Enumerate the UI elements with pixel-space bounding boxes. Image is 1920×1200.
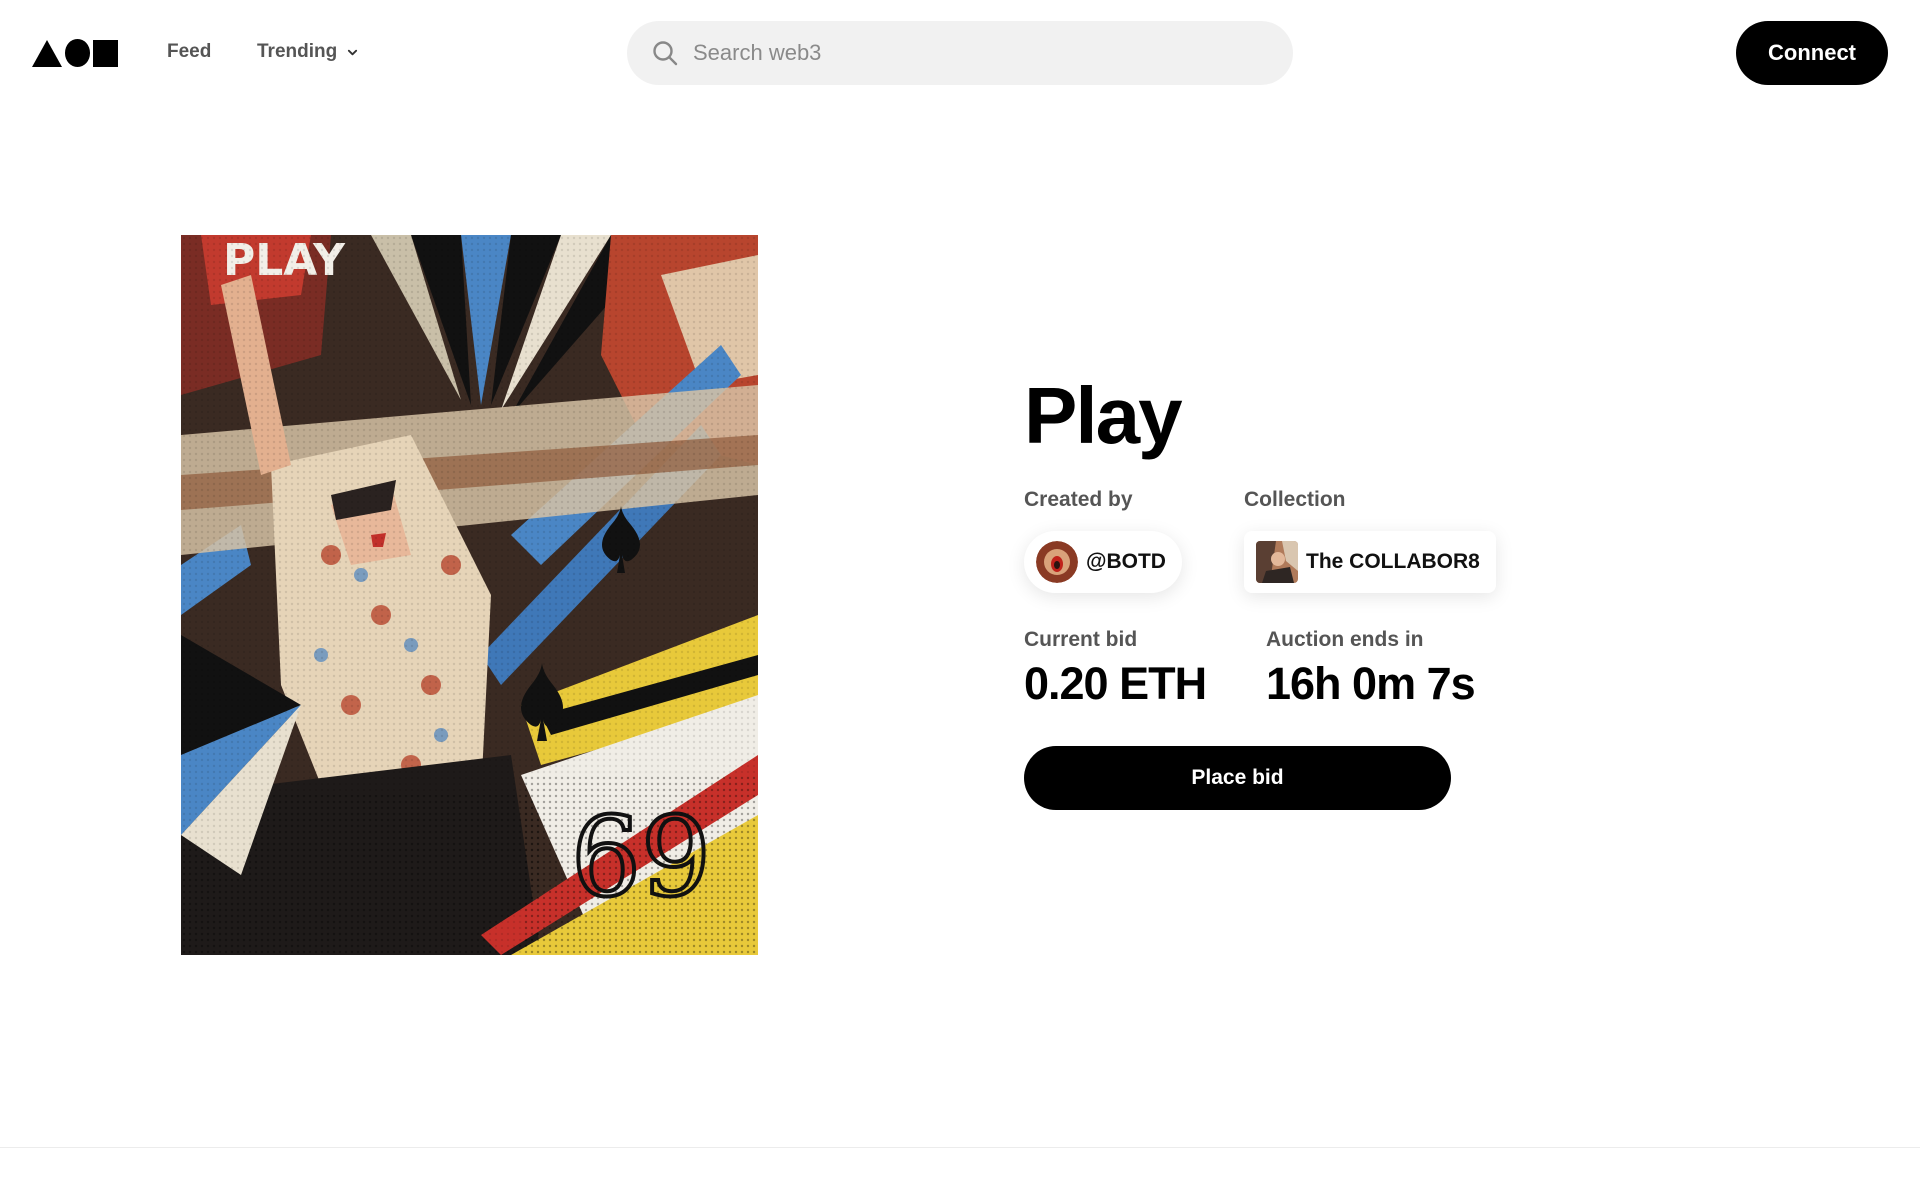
collection-chip[interactable]: The COLLABOR8	[1244, 531, 1496, 593]
triangle-logo-icon	[32, 39, 62, 67]
collection-thumbnail	[1256, 541, 1298, 583]
connect-wallet-button[interactable]: Connect	[1736, 21, 1888, 85]
creator-chip[interactable]: @BOTD	[1024, 531, 1182, 593]
square-logo-icon	[93, 39, 118, 67]
nft-artwork-image: 69 PLAY	[181, 235, 758, 955]
footer-divider	[0, 1147, 1920, 1148]
nft-title: Play	[1024, 371, 1183, 460]
creator-avatar	[1036, 541, 1078, 583]
current-bid-label: Current bid	[1024, 628, 1138, 651]
circle-logo-icon	[65, 39, 91, 67]
nav-feed-link[interactable]: Feed	[167, 41, 211, 63]
search-icon	[653, 41, 678, 66]
nav-feed-label: Feed	[167, 41, 212, 62]
search-input[interactable]	[693, 33, 1253, 73]
collage-artwork-icon: 69 PLAY	[181, 235, 758, 955]
auction-ends-label: Auction ends in	[1266, 628, 1424, 651]
top-navigation-bar: Feed Trending Connect	[0, 0, 1920, 107]
home-logo[interactable]	[32, 39, 118, 67]
chevron-down-icon	[348, 49, 358, 55]
created-by-label: Created by	[1024, 488, 1133, 511]
collection-name: The COLLABOR8	[1306, 550, 1480, 573]
search-bar[interactable]	[627, 21, 1293, 85]
creator-handle: @BOTD	[1086, 550, 1166, 573]
nav-trending-label: Trending	[257, 41, 338, 62]
place-bid-button[interactable]: Place bid	[1024, 746, 1451, 810]
nav-trending-dropdown[interactable]: Trending	[257, 41, 358, 63]
collection-label: Collection	[1244, 488, 1346, 511]
auction-countdown: 16h 0m 7s	[1266, 658, 1476, 709]
current-bid-value: 0.20 ETH	[1024, 658, 1207, 709]
